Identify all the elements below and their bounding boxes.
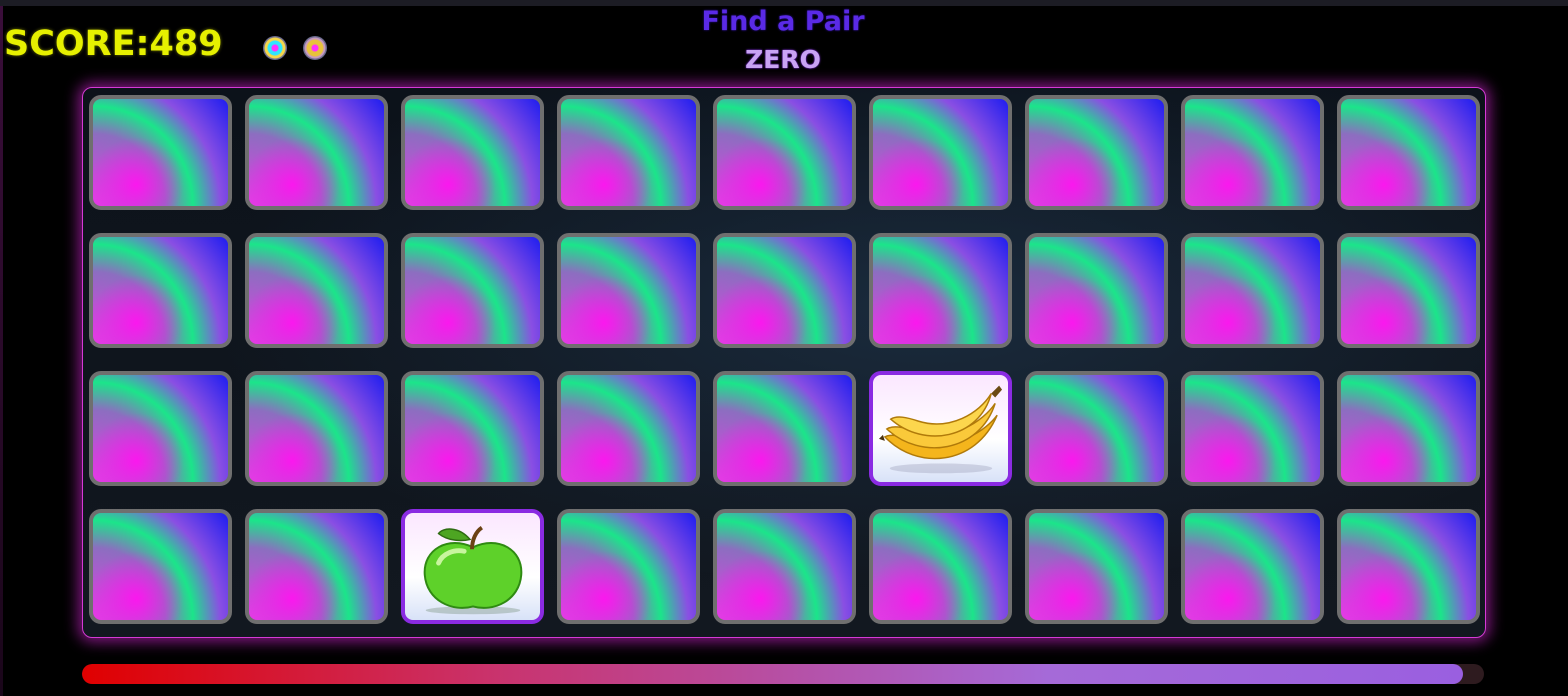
card-facedown[interactable] [713,233,856,348]
banana-icon [877,379,1005,479]
card-facedown[interactable] [713,95,856,210]
card-facedown[interactable] [1181,95,1324,210]
card-facedown[interactable] [89,509,232,624]
card-facedown[interactable] [89,95,232,210]
card-facedown[interactable] [557,95,700,210]
card-facedown[interactable] [1025,509,1168,624]
card-revealed-green-apple[interactable] [401,509,544,624]
card-facedown[interactable] [1025,371,1168,486]
timer-bar [82,664,1484,684]
card-facedown[interactable] [1337,371,1480,486]
card-facedown[interactable] [1181,509,1324,624]
timer-bar-fill [82,664,1463,684]
card-facedown[interactable] [89,371,232,486]
card-facedown[interactable] [89,233,232,348]
card-facedown[interactable] [1181,233,1324,348]
card-facedown[interactable] [713,509,856,624]
card-revealed-banana[interactable] [869,371,1012,486]
card-facedown[interactable] [1337,95,1480,210]
score-display: SCORE:489 [4,24,223,64]
green-apple-icon [409,517,537,617]
card-facedown[interactable] [401,371,544,486]
card-facedown[interactable] [245,371,388,486]
gold-orb-icon[interactable] [303,36,327,60]
card-facedown[interactable] [1181,371,1324,486]
card-facedown[interactable] [245,509,388,624]
left-edge [0,6,3,696]
card-facedown[interactable] [1025,233,1168,348]
card-facedown[interactable] [1025,95,1168,210]
card-facedown[interactable] [245,95,388,210]
card-facedown[interactable] [869,233,1012,348]
card-facedown[interactable] [557,509,700,624]
card-facedown[interactable] [557,233,700,348]
game-title: Find a Pair [701,6,865,37]
card-grid [89,95,1480,624]
card-facedown[interactable] [401,95,544,210]
game-board [82,87,1486,638]
card-facedown[interactable] [401,233,544,348]
card-facedown[interactable] [713,371,856,486]
card-facedown[interactable] [1337,509,1480,624]
swirl-orb-icon[interactable] [263,36,287,60]
card-facedown[interactable] [869,509,1012,624]
card-facedown[interactable] [1337,233,1480,348]
card-facedown[interactable] [245,233,388,348]
game-subtitle: ZERO [745,45,821,74]
card-facedown[interactable] [557,371,700,486]
card-facedown[interactable] [869,95,1012,210]
